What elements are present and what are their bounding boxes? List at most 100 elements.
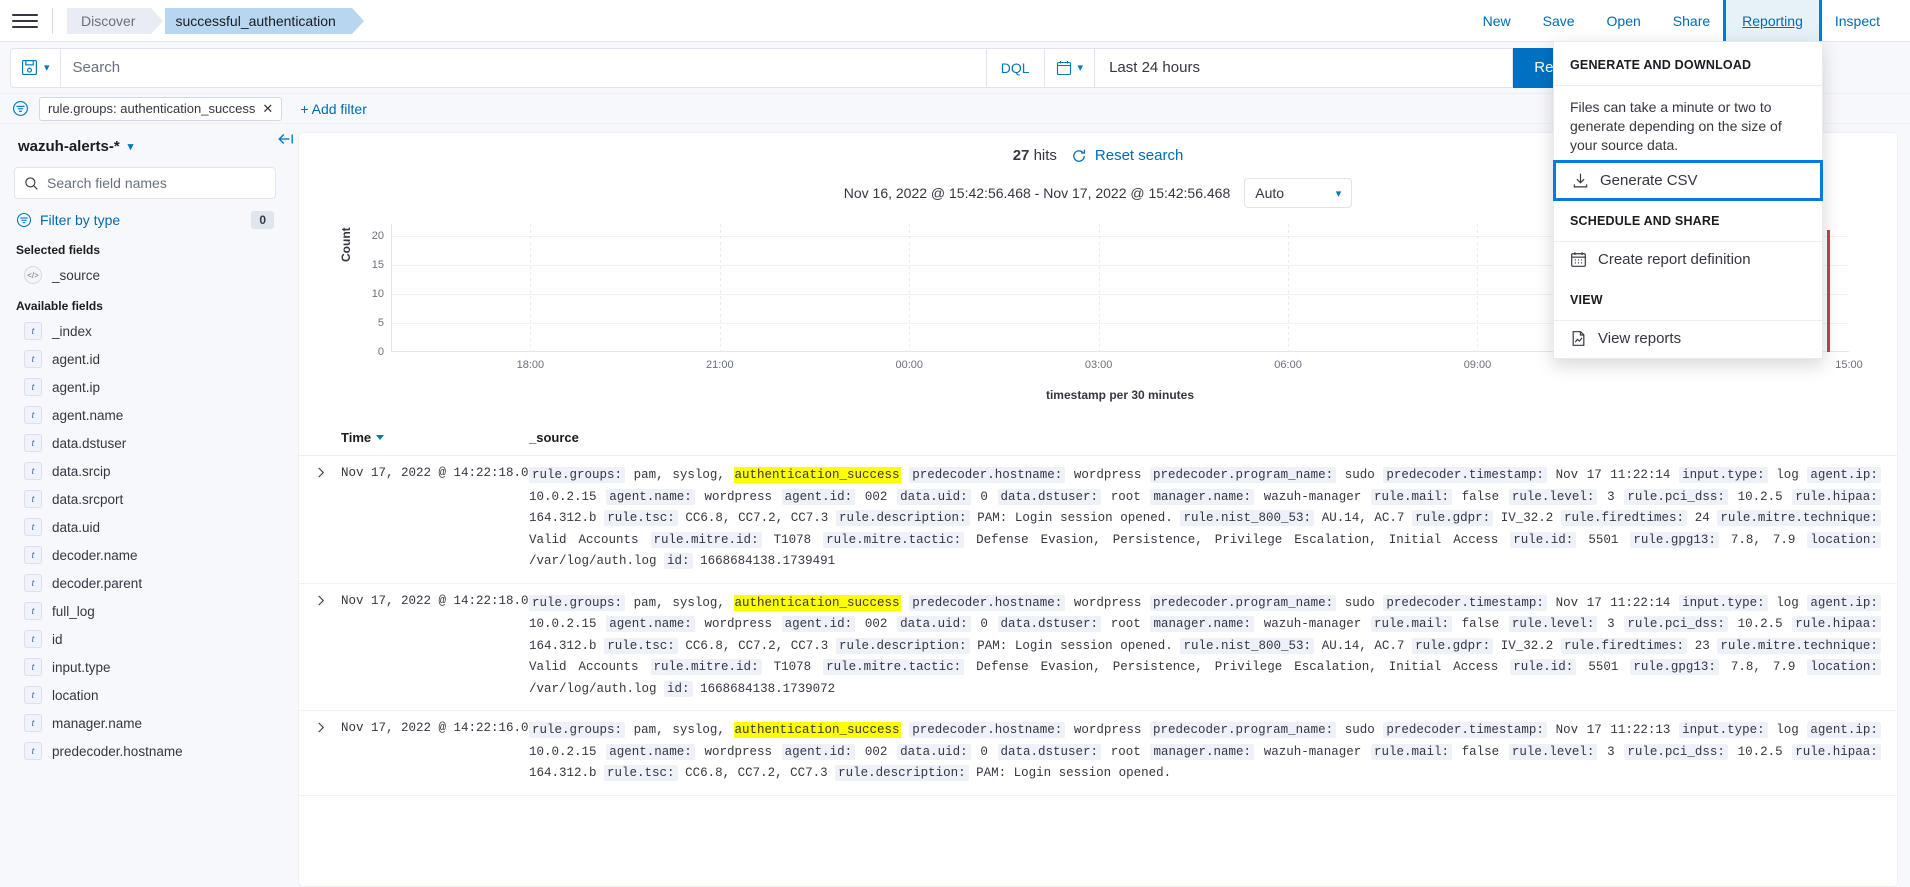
field-key: data.dstuser: — [997, 488, 1102, 505]
chevron-down-icon: ▾ — [1077, 62, 1084, 74]
field-value: T1078 — [773, 660, 812, 674]
field-item-data.srcip[interactable]: t data.srcip — [14, 457, 276, 485]
field-key: rule.nist_800_53: — [1180, 637, 1314, 654]
field-key: manager.name: — [1150, 488, 1255, 505]
hits-count-label: 27 hits — [1013, 147, 1057, 164]
field-key: data.uid: — [897, 743, 971, 760]
field-item-data.srcport[interactable]: t data.srcport — [14, 485, 276, 513]
index-pattern-selector[interactable]: wazuh-alerts-* ▾ — [14, 124, 276, 167]
field-item-agent.ip[interactable]: t agent.ip — [14, 373, 276, 401]
field-key: rule.mitre.id: — [650, 531, 762, 548]
field-key: rule.mitre.tactic: — [823, 531, 965, 548]
field-key: rule.mitre.technique: — [1717, 637, 1881, 654]
expand-row-icon[interactable] — [299, 720, 341, 785]
field-item-predecoder.hostname[interactable]: t predecoder.hostname — [14, 737, 276, 765]
field-value: 5501 — [1588, 660, 1619, 674]
field-key: input.type: — [1679, 722, 1768, 738]
field-value: wordpress — [704, 744, 772, 759]
field-key: rule.pci_dss: — [1624, 488, 1728, 505]
filter-icon[interactable] — [12, 100, 29, 117]
field-key: predecoder.timestamp: — [1383, 467, 1547, 483]
field-search-input[interactable] — [47, 175, 266, 191]
field-item-data.dstuser[interactable]: t data.dstuser — [14, 429, 276, 457]
field-item-_index[interactable]: t _index — [14, 317, 276, 345]
close-icon[interactable]: ✕ — [262, 101, 273, 117]
chart-vertical-gridline — [1477, 224, 1479, 352]
filter-pill[interactable]: rule.groups: authentication_success ✕ — [39, 96, 283, 121]
field-value: Nov 17 11:22:14 — [1555, 468, 1671, 482]
interval-select[interactable]: Auto ▾ — [1244, 178, 1353, 208]
field-value: 3 — [1607, 489, 1615, 504]
expand-row-icon[interactable] — [299, 593, 341, 701]
chart-vertical-gridline — [1098, 224, 1100, 352]
field-name-label: data.srcip — [52, 463, 111, 479]
field-key: agent.ip: — [1807, 722, 1881, 738]
chart-y-tick: 20 — [371, 229, 384, 242]
add-filter-button[interactable]: + Add filter — [300, 101, 367, 117]
field-item-decoder.name[interactable]: t decoder.name — [14, 541, 276, 569]
field-key: rule.groups: — [529, 722, 626, 738]
breadcrumb-item-0[interactable]: Discover — [67, 7, 165, 34]
field-item-location[interactable]: t location — [14, 681, 276, 709]
field-name-label: _index — [52, 323, 92, 339]
nav-reporting-button[interactable]: Reporting — [1723, 0, 1822, 45]
column-header-source[interactable]: _source — [529, 430, 1897, 445]
field-item-full_log[interactable]: t full_log — [14, 597, 276, 625]
string-type-icon: t — [24, 462, 42, 480]
field-item-agent.id[interactable]: t agent.id — [14, 345, 276, 373]
date-quick-select-button[interactable]: ▾ — [1045, 48, 1096, 87]
field-value: 002 — [864, 617, 888, 631]
field-key: predecoder.hostname: — [909, 467, 1066, 483]
field-key: rule.description: — [835, 765, 969, 781]
field-key: input.type: — [1679, 594, 1768, 611]
chart-y-tick: 10 — [371, 287, 384, 300]
filter-by-type-button[interactable]: Filter by type — [40, 212, 120, 228]
field-value: 10.0.2.15 — [529, 489, 597, 504]
field-value: 164.312.b — [529, 766, 597, 780]
field-key: agent.ip: — [1807, 467, 1881, 483]
field-name-label: manager.name — [52, 715, 143, 731]
nav-save-button[interactable]: Save — [1527, 1, 1591, 41]
expand-row-icon[interactable] — [299, 465, 341, 573]
chart-x-tick: 00:00 — [895, 359, 923, 371]
field-item-input.type[interactable]: t input.type — [14, 653, 276, 681]
field-key: rule.nist_800_53: — [1180, 510, 1314, 526]
field-key: data.uid: — [897, 616, 971, 632]
column-header-time[interactable]: Time — [299, 430, 529, 445]
field-name-label: _source — [52, 267, 101, 283]
field-item-decoder.parent[interactable]: t decoder.parent — [14, 569, 276, 597]
interval-value: Auto — [1255, 185, 1285, 201]
nav-divider — [52, 7, 53, 34]
collapse-sidebar-icon[interactable] — [277, 130, 295, 148]
reset-search-button[interactable]: Reset search — [1071, 147, 1183, 164]
nav-share-button[interactable]: Share — [1657, 1, 1726, 41]
field-value: 0 — [980, 744, 988, 759]
saved-query-button[interactable]: ▾ — [10, 47, 60, 88]
string-type-icon: t — [24, 406, 42, 424]
field-key: rule.id: — [1510, 531, 1577, 548]
query-language-button[interactable]: DQL — [985, 48, 1044, 87]
string-type-icon: t — [24, 350, 42, 368]
nav-open-button[interactable]: Open — [1591, 1, 1657, 41]
search-input[interactable] — [60, 48, 986, 87]
field-key: agent.name: — [606, 488, 695, 505]
field-value: 002 — [864, 489, 888, 504]
date-range-text[interactable]: Last 24 hours — [1095, 59, 1214, 76]
field-item-_source[interactable]: </> _source — [14, 261, 276, 289]
field-key: rule.mail: — [1370, 488, 1452, 505]
field-value: root — [1110, 617, 1141, 631]
generate-csv-button[interactable]: Generate CSV — [1553, 160, 1823, 201]
create-report-definition-button[interactable]: Create report definition — [1554, 242, 1822, 277]
document-timestamp: Nov 17, 2022 @ 14:22:18.041 — [341, 466, 544, 480]
field-item-manager.name[interactable]: t manager.name — [14, 709, 276, 737]
field-name-label: full_log — [52, 603, 95, 619]
nav-inspect-button[interactable]: Inspect — [1819, 1, 1896, 41]
chart-bar[interactable] — [1827, 229, 1831, 352]
view-reports-button[interactable]: View reports — [1554, 321, 1822, 356]
hamburger-menu-icon[interactable] — [12, 11, 38, 31]
field-item-data.uid[interactable]: t data.uid — [14, 513, 276, 541]
nav-new-button[interactable]: New — [1467, 1, 1527, 41]
field-item-id[interactable]: t id — [14, 625, 276, 653]
field-item-agent.name[interactable]: t agent.name — [14, 401, 276, 429]
breadcrumb-item-active[interactable]: successful_authentication — [165, 7, 365, 34]
